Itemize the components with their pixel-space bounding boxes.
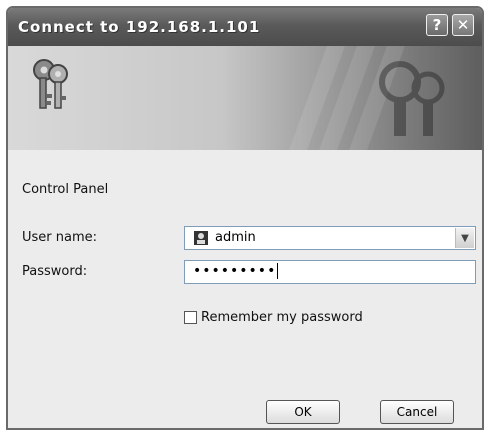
keys-watermark-icon [379, 61, 445, 136]
keys-icon [33, 59, 68, 109]
username-value: admin [215, 230, 256, 245]
username-combobox[interactable]: admin ▼ [184, 226, 476, 250]
cancel-button[interactable]: Cancel [380, 400, 454, 424]
remember-password-checkbox[interactable] [184, 311, 197, 324]
password-label: Password: [22, 264, 88, 279]
username-label: User name: [22, 230, 98, 245]
dialog-banner [8, 46, 482, 150]
help-button[interactable]: ? [426, 14, 448, 36]
chevron-down-icon[interactable]: ▼ [455, 228, 474, 248]
remember-password-label: Remember my password [201, 310, 363, 325]
user-icon [194, 231, 208, 245]
password-field[interactable]: ••••••••• [184, 260, 476, 284]
text-caret [277, 263, 279, 279]
dialog-body: Control Panel User name: admin ▼ Passwor… [8, 150, 482, 428]
password-value: ••••••••• [193, 263, 277, 279]
window-title: Connect to 192.168.1.101 [18, 18, 261, 36]
close-button[interactable]: ✕ [452, 14, 474, 36]
server-label: Control Panel [22, 182, 109, 197]
title-bar[interactable]: Connect to 192.168.1.101 ? ✕ [8, 8, 482, 46]
login-dialog: Connect to 192.168.1.101 ? ✕ Control Pan… [6, 6, 484, 430]
ok-button[interactable]: OK [266, 400, 340, 424]
remember-password-option[interactable]: Remember my password [184, 310, 363, 325]
